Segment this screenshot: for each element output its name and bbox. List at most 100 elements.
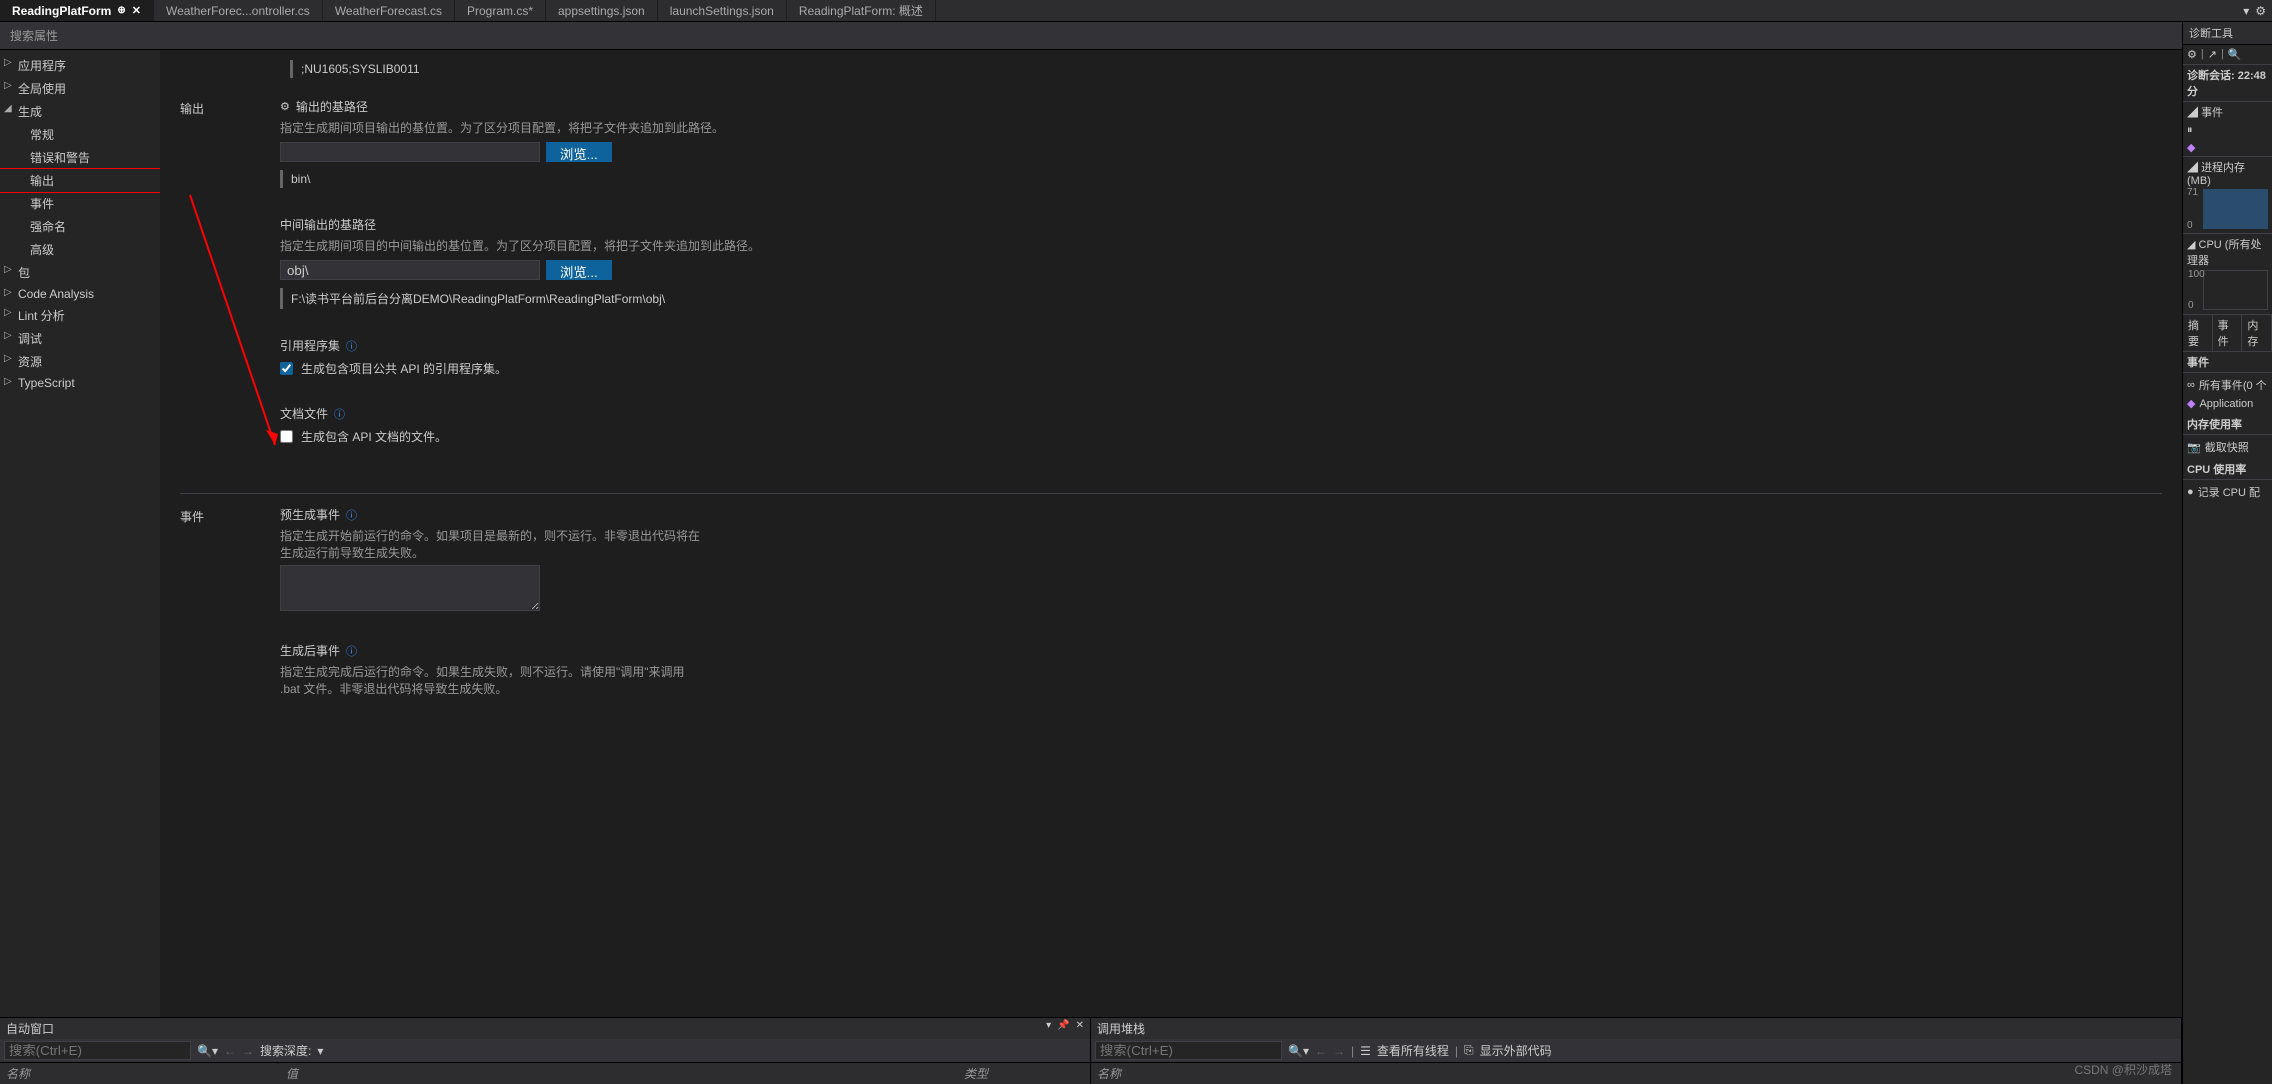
properties-content: ;NU1605;SYSLIB0011 输出 ⚙输出的基路径 指定生成期间项目输出…	[160, 50, 2182, 1084]
tab-readingplatform[interactable]: ReadingPlatForm ⊕ ✕	[0, 0, 154, 21]
gear-icon[interactable]: ⚙	[2187, 48, 2197, 61]
tree-build-general[interactable]: 常规	[0, 123, 160, 146]
col-value[interactable]: 值	[286, 1065, 964, 1082]
external-icon: ⎘	[1464, 1043, 1474, 1058]
help-icon[interactable]: ⓘ	[346, 643, 357, 659]
mem-usage-header: 内存使用率	[2187, 416, 2268, 432]
close-icon[interactable]: ✕	[1076, 1020, 1084, 1037]
tree-app[interactable]: ▷应用程序	[0, 54, 160, 77]
depth-dropdown[interactable]: ▾	[317, 1044, 323, 1058]
zoom-icon[interactable]: 🔍	[2228, 48, 2242, 61]
col-name2[interactable]: 名称	[1097, 1065, 1377, 1082]
search-depth-label: 搜索深度:	[260, 1042, 311, 1059]
tree-build-events[interactable]: 事件	[0, 192, 160, 215]
col-name[interactable]: 名称	[6, 1065, 286, 1082]
diag-tab-events[interactable]: 事件	[2213, 315, 2243, 351]
section-output-label: 输出	[180, 98, 250, 473]
diag-tab-memory[interactable]: 内存	[2242, 315, 2272, 351]
tab-program[interactable]: Program.cs*	[455, 0, 546, 21]
warn-codes: ;NU1605;SYSLIB0011	[290, 60, 428, 78]
tree-build-advanced[interactable]: 高级	[0, 238, 160, 261]
inter-base-input[interactable]	[280, 260, 540, 280]
close-icon[interactable]: ✕	[132, 4, 141, 17]
pin-icon[interactable]: ⊕	[117, 5, 125, 16]
ref-asm-checkbox[interactable]	[280, 362, 293, 375]
output-base-input[interactable]	[280, 142, 540, 162]
tab-launchsettings[interactable]: launchSettings.json	[658, 0, 787, 21]
diag-title: 诊断工具	[2183, 22, 2272, 45]
tab-overview[interactable]: ReadingPlatForm: 概述	[787, 0, 936, 21]
chevron-down-icon[interactable]: ▾	[2243, 4, 2249, 18]
diag-tab-summary[interactable]: 摘要	[2183, 315, 2213, 351]
property-search-input[interactable]: 搜索属性	[0, 22, 2182, 50]
doc-file-desc: 生成包含 API 文档的文件。	[301, 428, 447, 445]
callstack-search-input[interactable]	[1095, 1041, 1282, 1060]
help-icon[interactable]: ⓘ	[346, 507, 357, 523]
tree-lint[interactable]: ▷Lint 分析	[0, 304, 160, 327]
diamond-icon: ◆	[2187, 142, 2195, 154]
tree-build-signing[interactable]: 强命名	[0, 215, 160, 238]
diag-mem-header[interactable]: ◢ 进程内存 (MB)	[2187, 159, 2268, 187]
diag-cpu-header[interactable]: ◢ CPU (所有处理器	[2187, 236, 2268, 268]
browse-button[interactable]: 浏览...	[546, 260, 612, 280]
gear-icon[interactable]: ⚙	[2255, 4, 2266, 18]
tree-code-analysis[interactable]: ▷Code Analysis	[0, 284, 160, 304]
pre-build-title: 预生成事件	[280, 506, 340, 523]
ref-asm-title: 引用程序集	[280, 337, 340, 354]
view-threads[interactable]: 查看所有线程	[1377, 1042, 1449, 1059]
pre-build-textarea[interactable]	[280, 565, 540, 611]
tree-debug[interactable]: ▷调试	[0, 327, 160, 350]
search-icon[interactable]: 🔍▾	[1288, 1044, 1309, 1058]
camera-icon: 📷	[2187, 441, 2201, 454]
post-build-desc: 指定生成完成后运行的命令。如果生成失败，则不运行。请使用"调用"来调用 .bat…	[280, 663, 700, 697]
record-cpu-btn[interactable]: 记录 CPU 配	[2198, 484, 2260, 500]
tree-build-errors[interactable]: 错误和警告	[0, 146, 160, 169]
threads-icon: ☰	[1360, 1044, 1371, 1058]
nav-fwd-icon[interactable]: →	[1333, 1044, 1345, 1058]
help-icon[interactable]: ⓘ	[346, 338, 357, 354]
tree-resource[interactable]: ▷资源	[0, 350, 160, 373]
nav-back-icon[interactable]: ←	[224, 1044, 236, 1058]
record-icon: ●	[2187, 486, 2194, 498]
post-build-title: 生成后事件	[280, 642, 340, 659]
inter-base-path: F:\读书平台前后台分离DEMO\ReadingPlatForm\Reading…	[280, 288, 673, 309]
diag-events2: 事件	[2187, 354, 2268, 370]
doc-file-checkbox[interactable]	[280, 430, 293, 443]
tab-label: ReadingPlatForm	[12, 4, 111, 18]
app-insights[interactable]: Application	[2199, 398, 2253, 410]
bottom-panels: 自动窗口 ▾📌✕ 🔍▾ ← → 搜索深度: ▾ 名称 值 类型	[0, 1017, 2182, 1084]
tree-global[interactable]: ▷全局使用	[0, 77, 160, 100]
pin-icon[interactable]: 📌	[1057, 1020, 1069, 1037]
tree-build[interactable]: ◢生成	[0, 100, 160, 123]
tree-package[interactable]: ▷包	[0, 261, 160, 284]
show-external[interactable]: 显示外部代码	[1480, 1042, 1552, 1059]
doc-file-title: 文档文件	[280, 405, 328, 422]
memory-chart: 71 0	[2203, 189, 2268, 229]
nav-fwd-icon[interactable]: →	[242, 1044, 254, 1058]
col-type[interactable]: 类型	[964, 1065, 1084, 1082]
tree-typescript[interactable]: ▷TypeScript	[0, 373, 160, 393]
tab-weather-controller[interactable]: WeatherForec...ontroller.cs	[154, 0, 323, 21]
search-icon[interactable]: 🔍▾	[197, 1044, 218, 1058]
snapshot-btn[interactable]: 截取快照	[2205, 439, 2249, 455]
ref-asm-desc: 生成包含项目公共 API 的引用程序集。	[301, 360, 507, 377]
help-icon[interactable]: ⓘ	[334, 406, 345, 422]
export-icon[interactable]: ↗	[2208, 48, 2217, 61]
tree-build-output[interactable]: 输出	[0, 169, 160, 192]
section-events-label: 事件	[180, 506, 250, 725]
auto-search-input[interactable]	[4, 1041, 191, 1060]
nav-back-icon[interactable]: ←	[1315, 1044, 1327, 1058]
output-base-desc: 指定生成期间项目输出的基位置。为了区分项目配置，将把子文件夹追加到此路径。	[280, 119, 2162, 136]
tab-appsettings[interactable]: appsettings.json	[546, 0, 658, 21]
tab-weatherforecast[interactable]: WeatherForecast.cs	[323, 0, 455, 21]
cpu-usage-header: CPU 使用率	[2187, 461, 2268, 477]
pause-icon: ⏸	[2187, 124, 2193, 136]
properties-tree: ▷应用程序 ▷全局使用 ◢生成 常规 错误和警告 输出 事件 强命名 高级 ▷包…	[0, 50, 160, 1084]
diag-session: 诊断会话: 22:48 分	[2183, 65, 2272, 102]
all-events[interactable]: 所有事件(0 个	[2199, 377, 2267, 393]
browse-button[interactable]: 浏览...	[546, 142, 612, 162]
diag-events-header[interactable]: ◢ 事件	[2187, 104, 2268, 120]
callstack-title: 调用堆栈	[1097, 1020, 1145, 1037]
dropdown-icon[interactable]: ▾	[1046, 1020, 1051, 1037]
cpu-chart: 100 0	[2203, 270, 2268, 310]
